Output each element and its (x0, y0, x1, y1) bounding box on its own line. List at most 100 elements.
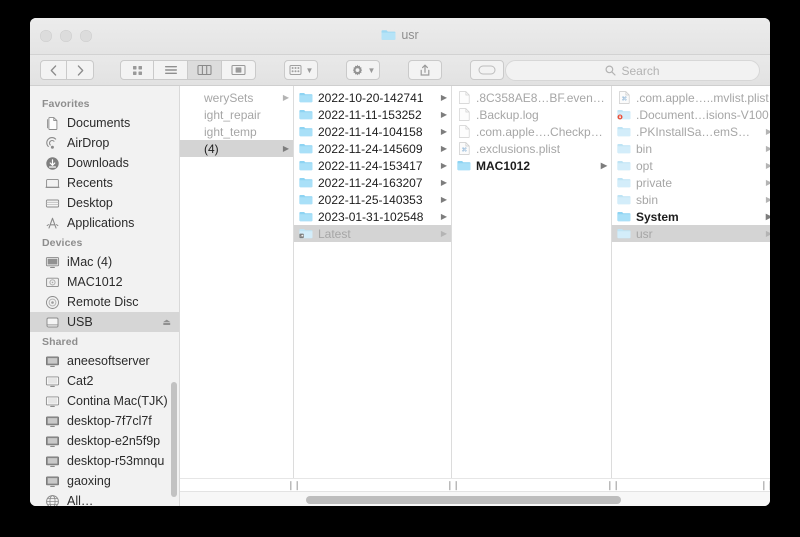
sidebar-item-usb[interactable]: USB ⏏ (30, 312, 179, 332)
sidebar-item-desktop-7f7cl7f[interactable]: desktop-7f7cl7f (30, 411, 179, 431)
disclosure-arrow-icon[interactable]: ▶ (436, 144, 447, 153)
column-item[interactable]: .PKInstallSa…emSoftware ▶ (612, 123, 770, 140)
disclosure-arrow-icon[interactable]: ▶ (761, 161, 770, 170)
sidebar-item-contina-mac-tjk[interactable]: Contina Mac(TJK) (30, 391, 179, 411)
column-item[interactable]: ⌘ .exclusions.plist (452, 140, 611, 157)
disclosure-arrow-icon[interactable]: ▶ (761, 229, 770, 238)
arrange-button[interactable]: ▼ (284, 60, 318, 80)
sidebar-item-gaoxing[interactable]: gaoxing (30, 471, 179, 491)
column-view-button[interactable] (188, 60, 222, 80)
column-item[interactable]: 2022-11-24-145609 ▶ (294, 140, 451, 157)
column-horizontal-scrollbar[interactable] (180, 491, 770, 506)
applications-icon (44, 215, 60, 231)
folder-icon (617, 125, 631, 139)
sidebar-item-all[interactable]: All… (30, 491, 179, 506)
sidebar-item-mac1012[interactable]: MAC1012 (30, 272, 179, 292)
sidebar-item-label: Documents (67, 116, 131, 130)
tags-button[interactable] (470, 60, 504, 80)
column-resize-grip[interactable]: ❙❙ (606, 480, 620, 491)
window-title: usr (30, 28, 770, 42)
column-item[interactable]: 2022-11-25-140353 ▶ (294, 191, 451, 208)
column-item[interactable]: (4) ▶ (180, 140, 293, 157)
sidebar-item-desktop-r53mnqu[interactable]: desktop-r53mnqu (30, 451, 179, 471)
disclosure-arrow-icon[interactable]: ▶ (436, 229, 447, 238)
scrollbar-thumb[interactable] (306, 496, 621, 504)
column-item[interactable]: .8C358AE8…BF.eventdb (452, 89, 611, 106)
column-item[interactable]: Latest ▶ (294, 225, 451, 242)
gear-button[interactable]: ▼ (346, 60, 380, 80)
sidebar-item-airdrop[interactable]: AirDrop (30, 133, 179, 153)
column-item[interactable]: bin ▶ (612, 140, 770, 157)
sidebar-item-applications[interactable]: Applications (30, 213, 179, 233)
sidebar-item-label: aneesoftserver (67, 354, 150, 368)
disclosure-arrow-icon[interactable]: ▶ (596, 161, 607, 170)
column-item[interactable]: ight_temp (180, 123, 293, 140)
column-resize-grip[interactable]: ❙❙ (760, 480, 770, 491)
column-item[interactable]: MAC1012 ▶ (452, 157, 611, 174)
column-item[interactable]: .Backup.log (452, 106, 611, 123)
sidebar-item-downloads[interactable]: Downloads (30, 153, 179, 173)
sidebar-scrollbar[interactable] (171, 382, 177, 497)
column-item[interactable]: usr ▶ (612, 225, 770, 242)
column-4: ⌘ .com.apple…..mvlist.plist .Document…isio… (612, 86, 770, 478)
column-item-label: 2022-10-20-142741 (318, 90, 424, 105)
sidebar-item-cat2[interactable]: Cat2 (30, 371, 179, 391)
disclosure-arrow-icon[interactable]: ▶ (436, 93, 447, 102)
forward-button[interactable] (67, 60, 94, 80)
column-item[interactable]: 2022-11-14-104158 ▶ (294, 123, 451, 140)
sidebar-item-imac-4[interactable]: iMac (4) (30, 252, 179, 272)
sidebar-item-recents[interactable]: Recents (30, 173, 179, 193)
share-button[interactable] (408, 60, 442, 80)
disclosure-arrow-icon[interactable]: ▶ (436, 110, 447, 119)
column-item-label: .PKInstallSa…emSoftware (636, 124, 756, 139)
sidebar-item-desktop-e2n5f9p[interactable]: desktop-e2n5f9p (30, 431, 179, 451)
disclosure-arrow-icon[interactable]: ▶ (761, 144, 770, 153)
folder-icon (299, 193, 313, 207)
disclosure-arrow-icon[interactable]: ▶ (278, 144, 289, 153)
server-icon (44, 413, 60, 429)
column-item[interactable]: .Document…isions-V100 (612, 106, 770, 123)
icon-view-button[interactable] (120, 60, 154, 80)
disclosure-arrow-icon[interactable]: ▶ (761, 127, 770, 136)
sidebar-item-remote-disc[interactable]: Remote Disc (30, 292, 179, 312)
column-resize-grip[interactable]: ❙❙ (287, 480, 301, 491)
column-resize-grip[interactable]: ❙❙ (446, 480, 460, 491)
column-item[interactable]: werySets ▶ (180, 89, 293, 106)
disclosure-arrow-icon[interactable]: ▶ (761, 195, 770, 204)
column-item[interactable]: private ▶ (612, 174, 770, 191)
column-item-label: .exclusions.plist (476, 141, 561, 156)
disclosure-arrow-icon[interactable]: ▶ (436, 212, 447, 221)
search-field[interactable]: Search (505, 60, 760, 81)
disclosure-arrow-icon[interactable]: ▶ (436, 127, 447, 136)
column-item[interactable]: sbin ▶ (612, 191, 770, 208)
column-item[interactable]: 2022-11-24-153417 ▶ (294, 157, 451, 174)
server-icon (44, 473, 60, 489)
disclosure-arrow-icon[interactable]: ▶ (761, 178, 770, 187)
back-button[interactable] (40, 60, 67, 80)
column-item-label: 2022-11-14-104158 (318, 124, 423, 139)
column-item[interactable]: opt ▶ (612, 157, 770, 174)
sidebar-item-desktop[interactable]: Desktop (30, 193, 179, 213)
column-item[interactable]: System ▶ (612, 208, 770, 225)
sidebar-item-documents[interactable]: Documents (30, 113, 179, 133)
column-item-label: .com.apple…..mvlist.plist (636, 90, 769, 105)
column-item[interactable]: .com.apple….Checkpoint (452, 123, 611, 140)
column-item[interactable]: 2022-11-24-163207 ▶ (294, 174, 451, 191)
list-view-button[interactable] (154, 60, 188, 80)
gallery-view-button[interactable] (222, 60, 256, 80)
column-item[interactable]: 2022-11-11-153252 ▶ (294, 106, 451, 123)
disclosure-arrow-icon[interactable]: ▶ (761, 212, 770, 221)
disclosure-arrow-icon[interactable]: ▶ (278, 93, 289, 102)
column-item[interactable]: 2022-10-20-142741 ▶ (294, 89, 451, 106)
eject-icon[interactable]: ⏏ (162, 317, 171, 328)
column-item[interactable]: ⌘ .com.apple…..mvlist.plist (612, 89, 770, 106)
folder-icon (299, 210, 313, 224)
column-item[interactable]: ight_repair (180, 106, 293, 123)
column-item[interactable]: 2023-01-31-102548 ▶ (294, 208, 451, 225)
disclosure-arrow-icon[interactable]: ▶ (436, 195, 447, 204)
sidebar-item-aneesoftserver[interactable]: aneesoftserver (30, 351, 179, 371)
chevron-down-icon: ▼ (305, 65, 314, 75)
disclosure-arrow-icon[interactable]: ▶ (436, 161, 447, 170)
harddisk-icon (44, 274, 60, 290)
disclosure-arrow-icon[interactable]: ▶ (436, 178, 447, 187)
